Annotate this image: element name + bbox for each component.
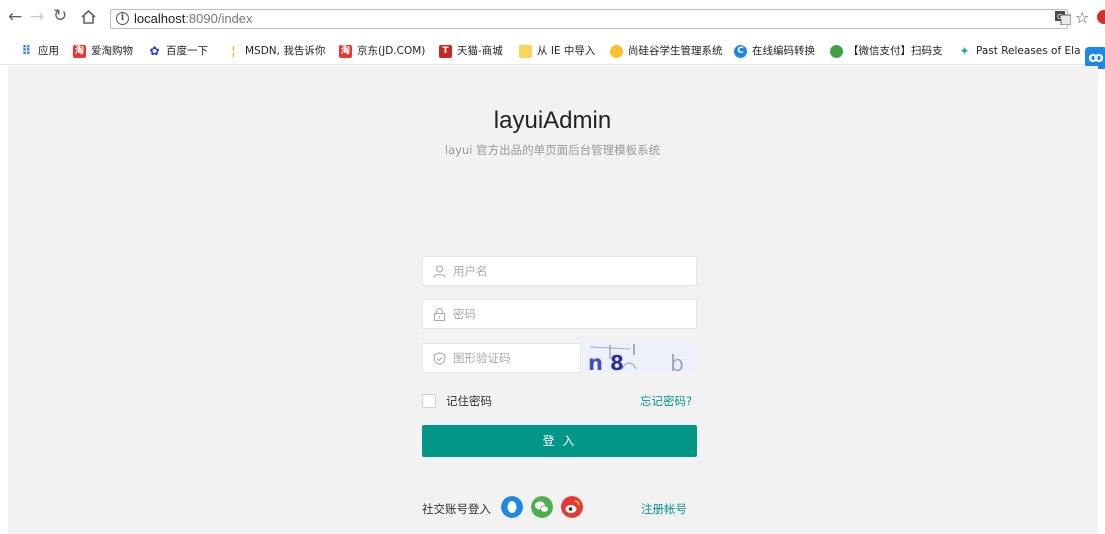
forward-icon[interactable]: → [30,9,44,26]
bookmark-label: 尚硅谷学生管理系统 [628,45,723,57]
globe-icon [610,44,623,58]
captcha-char: 8 [610,351,624,373]
back-icon[interactable]: ← [8,9,22,26]
bookmark-label: Past Releases of Ela [976,45,1081,57]
bookmark-item[interactable]: 【微信支付】扫码支 [830,44,943,58]
weibo-icon[interactable] [561,496,583,518]
url-text[interactable]: localhost:8090/index [134,11,253,27]
bookmark-label: MSDN, 我告诉你 [245,45,326,57]
remember-me[interactable]: 记住密码 [422,393,492,409]
bookmark-label: 爱淘购物 [91,45,133,57]
bookmark-item[interactable]: 从 IE 中导入 [519,44,595,58]
page-subtitle: layui 官方出品的单页面后台管理模板系统 [444,143,661,157]
bookmark-label: 百度一下 [166,45,208,57]
jd-icon: 淘 [339,44,352,58]
bookmark-item[interactable]: 淘爱淘购物 [73,44,133,58]
bookmark-item[interactable]: T 天猫-商城 [439,44,503,58]
svg-text:G: G [1057,13,1062,21]
page-title: layuiAdmin [493,107,612,134]
bookmark-item[interactable]: C 在线编码转换 [734,44,815,58]
login-button[interactable]: 登 入 [422,425,697,457]
wechat-icon [830,44,843,58]
tmall-icon: T [439,44,452,58]
bookmark-label: 应用 [38,45,59,57]
username-field[interactable] [422,256,697,286]
password-field[interactable] [422,299,697,329]
register-link[interactable]: 注册帐号 [641,501,687,517]
bookmark-label: 在线编码转换 [752,45,815,57]
url-host: localhost [134,11,186,26]
reload-icon[interactable]: ↻ [53,8,67,25]
remember-label[interactable]: 记住密码 [446,393,492,409]
bookmark-item[interactable]: 淘京东(JD.COM) [339,44,425,58]
username-input[interactable] [453,257,690,285]
captcha-input[interactable] [453,344,574,372]
user-icon [433,265,446,278]
bookmark-label: 从 IE 中导入 [537,45,596,57]
wechat-icon[interactable] [531,496,553,518]
url-path: :8090/index [185,11,253,26]
c-circle-icon: C [734,44,747,58]
captcha-char: b [670,352,684,373]
taobao-icon: 淘 [73,44,86,58]
password-input[interactable] [453,300,690,328]
bookmark-label: 京东(JD.COM) [357,45,426,57]
baidu-paw-icon: ✿ [149,43,160,58]
captcha-char: n [588,351,603,373]
site-info-icon[interactable]: i [116,12,129,25]
translate-icon[interactable]: G [1055,11,1071,25]
browser-toolbar: ← → ↻ i localhost:8090/index G ☆ [0,0,1105,35]
extension-icon[interactable] [1097,10,1105,24]
address-bar[interactable]: i localhost:8090/index [110,9,1068,29]
shield-icon [433,352,446,365]
bookmark-label: 天猫-商城 [457,45,503,57]
bookmark-item[interactable]: ✦ Past Releases of Ela [958,43,1081,58]
apps-grid-icon: ⠿ [21,43,32,59]
elastic-icon: ✦ [959,43,970,58]
bookmark-item[interactable]: 尚硅谷学生管理系统 [610,44,723,58]
home-icon[interactable] [80,9,97,29]
bookmark-item[interactable]: ¦ MSDN, 我告诉你 [227,44,325,58]
bookmark-item[interactable]: ✿ 百度一下 [148,44,208,58]
captcha-graphic: n 8 b [582,343,697,373]
captcha-field[interactable] [422,343,581,373]
bookmarks-bar: ⠿ 应用淘爱淘购物 ✿ 百度一下 ¦ MSDN, 我告诉你淘京东(JD.COM) T 天猫-商… [0,36,1105,65]
star-icon[interactable]: ☆ [1075,8,1089,27]
bookmark-label: 【微信支付】扫码支 [848,45,943,57]
folder-icon [519,44,532,58]
msdn-icon: ¦ [231,43,236,58]
qq-icon[interactable] [501,496,523,518]
lock-icon [433,308,446,321]
remember-checkbox[interactable] [422,394,436,408]
forgot-password-link[interactable]: 忘记密码? [640,393,692,409]
captcha-image[interactable]: n 8 b [582,343,697,373]
social-login-label: 社交账号登入 [422,502,491,516]
bookmark-item[interactable]: ⠿ 应用 [20,44,59,58]
